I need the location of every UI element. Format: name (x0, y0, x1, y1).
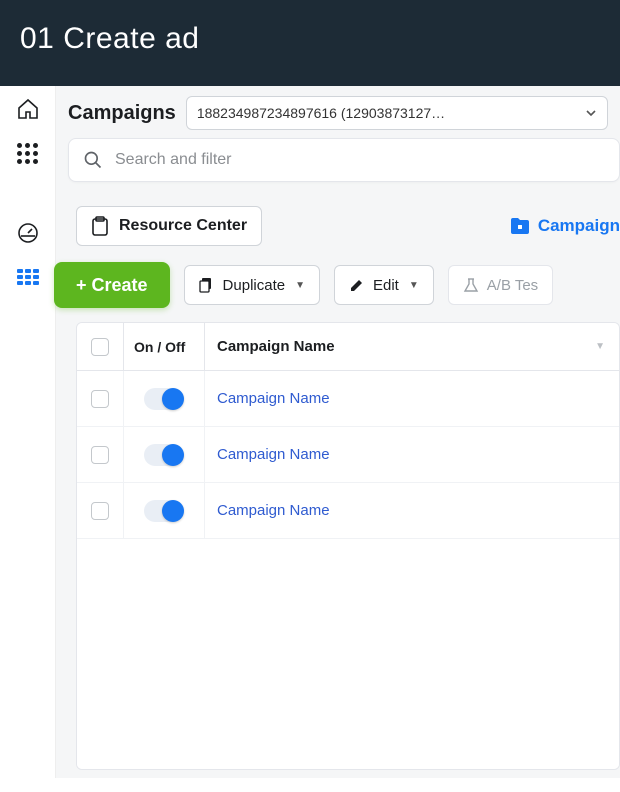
home-icon[interactable] (15, 96, 41, 122)
select-all-checkbox[interactable] (91, 338, 109, 356)
gauge-icon[interactable] (15, 220, 41, 246)
chevron-down-icon (585, 107, 597, 119)
campaigns-table: On / Off Campaign Name ▼ Campaign Name C… (76, 322, 620, 770)
toggle-knob (162, 388, 184, 410)
campaign-name-link[interactable]: Campaign Name (205, 390, 619, 407)
row-toggle[interactable] (144, 500, 184, 522)
edit-label: Edit (373, 277, 399, 294)
table-header-row: On / Off Campaign Name ▼ (77, 323, 619, 371)
toggle-knob (162, 500, 184, 522)
resource-center-label: Resource Center (119, 217, 247, 235)
chevron-down-icon: ▼ (295, 280, 305, 291)
campaign-name-link[interactable]: Campaign Name (205, 502, 619, 519)
column-header-name[interactable]: Campaign Name ▼ (205, 338, 619, 355)
table-row: Campaign Name (77, 371, 619, 427)
row-toggle[interactable] (144, 388, 184, 410)
ab-test-label: A/B Tes (487, 277, 538, 294)
row-checkbox[interactable] (91, 502, 109, 520)
chevron-down-icon: ▼ (409, 280, 419, 291)
account-selector-dropdown[interactable]: 188234987234897616 (12903873127… (186, 96, 608, 130)
ab-test-button[interactable]: A/B Tes (448, 265, 553, 305)
row-checkbox[interactable] (91, 446, 109, 464)
duplicate-label: Duplicate (223, 277, 286, 294)
folder-icon (510, 217, 530, 235)
column-header-name-label: Campaign Name (217, 338, 335, 355)
duplicate-button[interactable]: Duplicate ▼ (184, 265, 320, 305)
account-selector-label: 188234987234897616 (12903873127… (197, 105, 445, 121)
flask-icon (463, 277, 479, 293)
table-view-icon[interactable] (15, 264, 41, 290)
tab-campaigns-label: Campaign (538, 216, 620, 236)
search-icon (83, 150, 103, 170)
table-row: Campaign Name (77, 427, 619, 483)
edit-button[interactable]: Edit ▼ (334, 265, 434, 305)
row-toggle[interactable] (144, 444, 184, 466)
search-input[interactable] (115, 151, 605, 169)
tutorial-step-banner: 01 Create ad (0, 0, 620, 86)
create-button-label: + Create (76, 275, 148, 296)
column-header-onoff-label: On / Off (134, 339, 185, 355)
create-button[interactable]: + Create (54, 262, 170, 308)
toggle-knob (162, 444, 184, 466)
duplicate-icon (199, 277, 215, 293)
left-sidebar (0, 86, 56, 778)
apps-grid-icon[interactable] (15, 140, 41, 166)
tutorial-step-title: 01 Create ad (20, 22, 199, 55)
column-header-onoff[interactable]: On / Off (123, 323, 205, 370)
table-empty-space (77, 539, 619, 769)
tab-campaigns[interactable]: Campaign (500, 210, 620, 242)
table-row: Campaign Name (77, 483, 619, 539)
resource-center-button[interactable]: Resource Center (76, 206, 262, 246)
sort-caret-icon: ▼ (595, 341, 605, 352)
clipboard-icon (91, 216, 109, 236)
search-filter-bar[interactable] (68, 138, 620, 182)
campaign-name-link[interactable]: Campaign Name (205, 446, 619, 463)
pencil-icon (349, 277, 365, 293)
row-checkbox[interactable] (91, 390, 109, 408)
page-title: Campaigns (68, 102, 176, 125)
